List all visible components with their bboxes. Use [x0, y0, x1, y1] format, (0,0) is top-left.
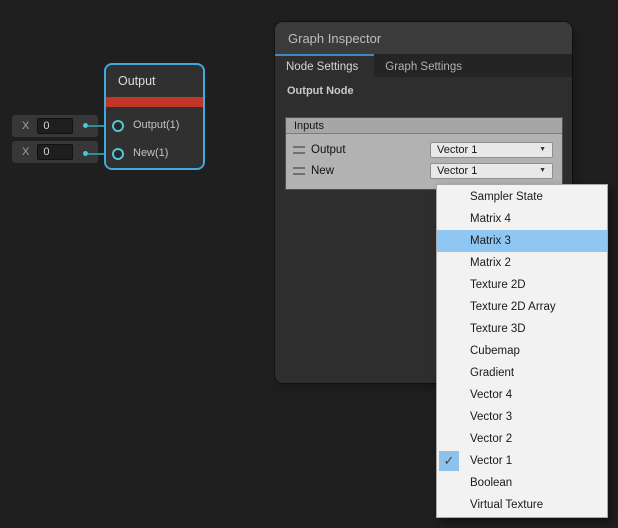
tab-bar: Node Settings Graph Settings	[275, 54, 572, 77]
menu-item-vector-3[interactable]: Vector 3	[437, 406, 607, 428]
menu-item-matrix-3[interactable]: Matrix 3	[437, 230, 607, 252]
inputs-list: Inputs Output Vector 1 ▼ New Vector 1 ▼	[285, 117, 563, 190]
dropdown-arrow-icon: ▼	[539, 146, 546, 153]
menu-item-vector-2[interactable]: Vector 2	[437, 428, 607, 450]
section-title: Output Node	[287, 85, 560, 97]
menu-item-virtual-texture[interactable]: Virtual Texture	[437, 494, 607, 516]
tab-node-settings[interactable]: Node Settings	[275, 54, 374, 77]
menu-item-matrix-2[interactable]: Matrix 2	[437, 252, 607, 274]
menu-item-matrix-4[interactable]: Matrix 4	[437, 208, 607, 230]
inspector-body: Output Node	[275, 77, 572, 105]
input-name: New	[311, 165, 430, 177]
menu-item-texture-3d[interactable]: Texture 3D	[437, 318, 607, 340]
menu-item-vector-1[interactable]: ✓ Vector 1	[437, 450, 607, 472]
tab-graph-settings[interactable]: Graph Settings	[374, 54, 473, 77]
menu-item-texture-2d-array[interactable]: Texture 2D Array	[437, 296, 607, 318]
dropdown-arrow-icon: ▼	[539, 167, 546, 174]
output-node[interactable]: Output Output(1) New(1)	[104, 63, 205, 170]
panel-title: Graph Inspector	[288, 31, 381, 46]
menu-item-texture-2d[interactable]: Texture 2D	[437, 274, 607, 296]
inputs-list-header: Inputs	[286, 118, 562, 134]
menu-item-sampler-state[interactable]: Sampler State	[437, 186, 607, 208]
input-row-new: New Vector 1 ▼	[286, 160, 562, 181]
menu-item-vector-4[interactable]: Vector 4	[437, 384, 607, 406]
axis-label: X	[22, 146, 29, 158]
check-icon: ✓	[439, 451, 459, 471]
type-dropdown-value: Vector 1	[437, 144, 477, 156]
menu-item-label: Vector 1	[470, 455, 512, 467]
input-port-icon[interactable]	[112, 148, 124, 160]
type-dropdown-output[interactable]: Vector 1 ▼	[430, 142, 553, 158]
drag-handle-icon[interactable]	[293, 146, 305, 154]
drag-handle-icon[interactable]	[293, 167, 305, 175]
menu-item-cubemap[interactable]: Cubemap	[437, 340, 607, 362]
type-dropdown-new[interactable]: Vector 1 ▼	[430, 163, 553, 179]
menu-item-boolean[interactable]: Boolean	[437, 472, 607, 494]
node-accent-bar	[106, 97, 203, 107]
menu-item-gradient[interactable]: Gradient	[437, 362, 607, 384]
panel-header: Graph Inspector	[275, 22, 572, 54]
input-row-output: Output Vector 1 ▼	[286, 139, 562, 160]
type-selection-menu: Sampler State Matrix 4 Matrix 3 Matrix 2…	[436, 184, 608, 518]
input-name: Output	[311, 144, 430, 156]
port-label: Output(1)	[133, 119, 179, 131]
axis-label: X	[22, 120, 29, 132]
inputs-header-label: Inputs	[294, 120, 324, 132]
type-dropdown-value: Vector 1	[437, 165, 477, 177]
value-field[interactable]: 0	[37, 118, 73, 134]
port-label: New(1)	[133, 147, 168, 159]
value-field[interactable]: 0	[37, 144, 73, 160]
inputs-list-body: Output Vector 1 ▼ New Vector 1 ▼	[286, 134, 562, 189]
node-title: Output	[118, 74, 156, 88]
input-port-icon[interactable]	[112, 120, 124, 132]
